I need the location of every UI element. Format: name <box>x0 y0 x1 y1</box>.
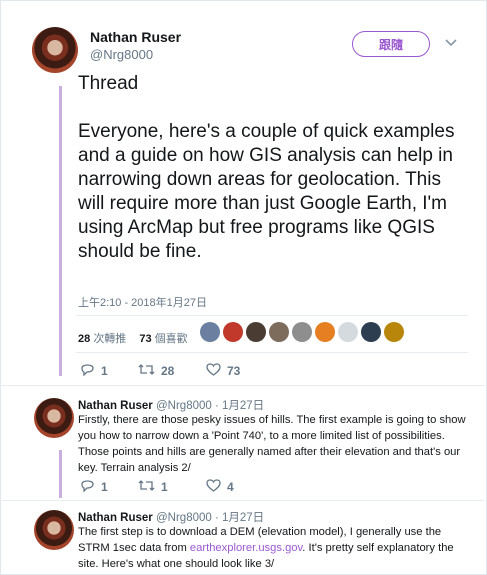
reply-author-name[interactable]: Nathan Ruser @Nrg8000 · 1月27日 <box>78 397 264 413</box>
avatar[interactable] <box>32 27 78 73</box>
retweet-action[interactable]: 28 <box>138 363 206 379</box>
divider <box>76 352 468 353</box>
liker-avatars <box>200 322 404 342</box>
liker-avatar[interactable] <box>338 322 358 342</box>
like-action[interactable]: 73 <box>206 362 241 379</box>
author-name[interactable]: Nathan Ruser <box>90 29 181 45</box>
reply-actions: 1 1 4 <box>80 478 234 495</box>
likes-label: 個喜歡 <box>154 333 188 345</box>
tweet-actions: 1 28 73 <box>80 362 240 379</box>
tweet-stats: 28 次轉推 73 個喜歡 <box>78 330 198 346</box>
liker-avatar[interactable] <box>246 322 266 342</box>
tweet-text-line: Thread <box>78 73 139 94</box>
tweet-text-paragraph: Everyone, here's a couple of quick examp… <box>78 121 455 262</box>
retweet-count: 1 <box>161 479 168 494</box>
handle-date[interactable]: @Nrg8000 · 1月27日 <box>156 512 264 524</box>
reply-icon[interactable] <box>80 362 95 379</box>
retweet-icon[interactable] <box>138 363 155 379</box>
retweets-count[interactable]: 28 <box>78 333 90 345</box>
reply-text: Firstly, there are those pesky issues of… <box>78 414 466 474</box>
reply-author-name[interactable]: Nathan Ruser @Nrg8000 · 1月27日 <box>78 509 264 525</box>
like-count: 73 <box>227 363 241 378</box>
author-name[interactable]: Nathan Ruser <box>78 512 153 524</box>
reply-action[interactable]: 1 <box>80 362 138 379</box>
retweets-label: 次轉推 <box>93 333 127 345</box>
liker-avatar[interactable] <box>269 322 289 342</box>
likes-count[interactable]: 73 <box>139 333 151 345</box>
reply-text: The first step is to download a DEM (ele… <box>78 524 468 572</box>
liker-avatar[interactable] <box>384 322 404 342</box>
tweet-text: Thread Everyone, here's a couple of quic… <box>78 72 468 264</box>
tweet-timestamp[interactable]: 上午2:10 - 2018年1月27日 <box>78 294 207 310</box>
thread-line <box>59 450 62 498</box>
like-icon[interactable] <box>206 362 221 379</box>
like-count: 4 <box>227 479 234 494</box>
reply-link[interactable]: earthexplorer.usgs.gov <box>190 542 302 554</box>
handle-date[interactable]: @Nrg8000 · 1月27日 <box>156 400 264 412</box>
thread-line <box>59 86 62 376</box>
follow-button[interactable]: 跟隨 <box>352 31 430 57</box>
author-name[interactable]: Nathan Ruser <box>78 400 153 412</box>
divider <box>0 500 485 501</box>
divider <box>0 385 485 386</box>
chevron-down-icon[interactable] <box>445 35 457 50</box>
liker-avatar[interactable] <box>292 322 312 342</box>
like-action[interactable]: 4 <box>206 478 234 495</box>
avatar[interactable] <box>34 510 74 550</box>
retweet-action[interactable]: 1 <box>138 479 206 495</box>
like-icon[interactable] <box>206 478 221 495</box>
reply-count: 1 <box>101 363 108 378</box>
avatar[interactable] <box>34 398 74 438</box>
divider <box>76 315 468 316</box>
retweet-icon[interactable] <box>138 479 155 495</box>
reply-action[interactable]: 1 <box>80 478 138 495</box>
liker-avatar[interactable] <box>361 322 381 342</box>
reply-count: 1 <box>101 479 108 494</box>
liker-avatar[interactable] <box>223 322 243 342</box>
retweet-count: 28 <box>161 363 175 378</box>
reply-icon[interactable] <box>80 478 95 495</box>
liker-avatar[interactable] <box>315 322 335 342</box>
author-handle[interactable]: @Nrg8000 <box>90 47 153 62</box>
liker-avatar[interactable] <box>200 322 220 342</box>
